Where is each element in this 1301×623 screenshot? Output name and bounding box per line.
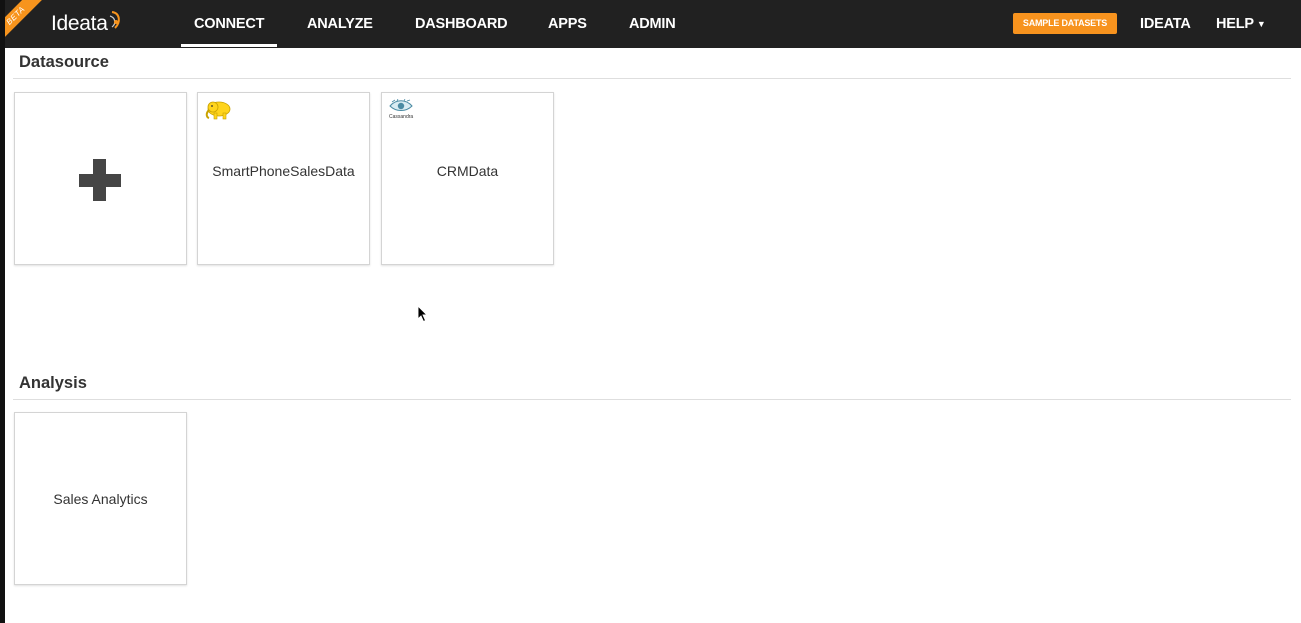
analysis-divider	[13, 399, 1291, 400]
datasource-tile-smartphone[interactable]: SmartPhoneSalesData	[197, 92, 370, 265]
nav-dashboard[interactable]: DASHBOARD	[415, 0, 508, 48]
nav-apps[interactable]: APPS	[548, 0, 587, 48]
logo-text: Ideata	[51, 12, 108, 35]
nav-analyze[interactable]: ANALYZE	[307, 0, 373, 48]
beta-ribbon: BETA	[0, 0, 44, 44]
nav-admin[interactable]: ADMIN	[629, 0, 676, 48]
ideata-logo[interactable]: Ideata	[51, 10, 123, 38]
datasource-name: CRMData	[436, 163, 499, 179]
analysis-tile-sales[interactable]: Sales Analytics	[14, 412, 187, 585]
cassandra-eye-icon	[389, 99, 413, 111]
logo-swirl-icon	[109, 11, 120, 29]
add-datasource-tile[interactable]	[14, 92, 187, 265]
plus-icon	[93, 159, 106, 201]
mouse-cursor-icon	[417, 305, 429, 323]
nav-help-menu[interactable]: HELP ▼	[1216, 0, 1266, 48]
analysis-section-title: Analysis	[19, 374, 87, 392]
analysis-name: Sales Analytics	[53, 491, 148, 507]
sample-datasets-button[interactable]: SAMPLE DATASETS	[1013, 13, 1117, 34]
cassandra-logo-caption: Cassandra	[389, 114, 414, 120]
datasource-divider	[13, 78, 1291, 79]
top-navbar: BETA Ideata CONNECT ANALYZE DASHBOARD AP…	[0, 0, 1301, 48]
help-label: HELP	[1216, 16, 1254, 32]
window-left-edge	[0, 0, 5, 623]
datasource-tile-crm[interactable]: Cassandra CRMData	[381, 92, 554, 265]
datasource-name: SmartPhoneSalesData	[212, 163, 355, 179]
nav-connect[interactable]: CONNECT	[180, 0, 278, 48]
datasource-section-title: Datasource	[19, 53, 109, 71]
caret-down-icon: ▼	[1256, 19, 1266, 29]
nav-ideata[interactable]: IDEATA	[1140, 0, 1191, 48]
hadoop-elephant-icon	[205, 101, 231, 120]
